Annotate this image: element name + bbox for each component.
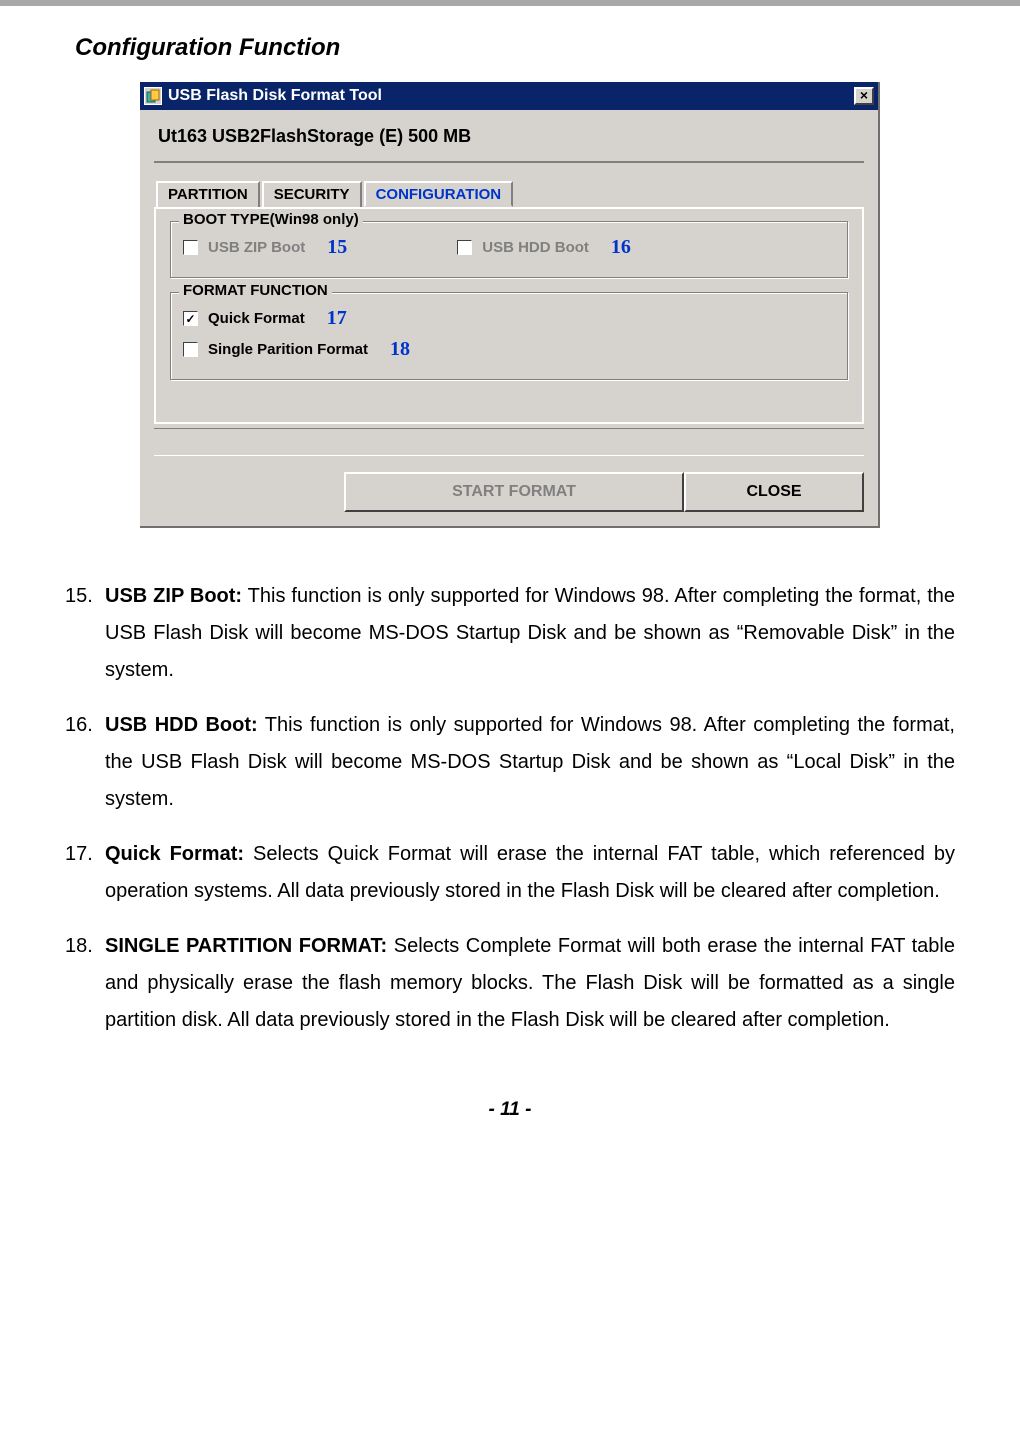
- term-18: SINGLE PARTITION FORMAT:: [105, 935, 387, 957]
- label-single-partition-format: Single Parition Format: [208, 341, 368, 358]
- description-list: USB ZIP Boot: This function is only supp…: [65, 578, 955, 1039]
- group-boot-legend: BOOT TYPE(Win98 only): [179, 211, 363, 228]
- callout-16: 16: [611, 236, 631, 259]
- page-number: - 11 -: [65, 1099, 955, 1151]
- section-title: Configuration Function: [75, 34, 955, 62]
- window-title: USB Flash Disk Format Tool: [168, 87, 382, 105]
- callout-15: 15: [327, 236, 347, 259]
- list-item-16: USB HDD Boot: This function is only supp…: [65, 707, 955, 818]
- page: Configuration Function USB Flash Disk Fo…: [0, 34, 1020, 1191]
- label-quick-format: Quick Format: [208, 310, 305, 327]
- tab-security[interactable]: SECURITY: [262, 181, 362, 207]
- tab-configuration[interactable]: CONFIGURATION: [364, 181, 514, 207]
- term-15: USB ZIP Boot:: [105, 585, 242, 607]
- button-row: START FORMAT CLOSE: [140, 472, 878, 526]
- separator: [154, 428, 864, 456]
- app-icon: [144, 87, 162, 105]
- term-16: USB HDD Boot:: [105, 714, 258, 736]
- list-item-15: USB ZIP Boot: This function is only supp…: [65, 578, 955, 689]
- label-usb-zip-boot: USB ZIP Boot: [208, 239, 305, 256]
- client-area: Ut163 USB2FlashStorage (E) 500 MB PARTIT…: [140, 110, 878, 472]
- checkbox-usb-hdd-boot[interactable]: [457, 240, 472, 255]
- format-tool-window: USB Flash Disk Format Tool × Ut163 USB2F…: [140, 82, 880, 528]
- checkbox-quick-format[interactable]: [183, 311, 198, 326]
- callout-17: 17: [327, 307, 347, 330]
- term-17: Quick Format:: [105, 843, 244, 865]
- close-icon[interactable]: ×: [854, 87, 874, 105]
- callout-18: 18: [390, 338, 410, 361]
- tabstrip: PARTITION SECURITY CONFIGURATION: [156, 181, 515, 207]
- tab-panel: PARTITION SECURITY CONFIGURATION BOOT TY…: [154, 207, 864, 424]
- label-usb-hdd-boot: USB HDD Boot: [482, 239, 589, 256]
- group-format-legend: FORMAT FUNCTION: [179, 282, 332, 299]
- checkbox-single-partition-format[interactable]: [183, 342, 198, 357]
- close-button[interactable]: CLOSE: [684, 472, 864, 512]
- group-format-function: FORMAT FUNCTION Quick Format 17 Single P…: [170, 292, 848, 380]
- device-info: Ut163 USB2FlashStorage (E) 500 MB: [154, 120, 864, 163]
- top-rule: [0, 0, 1020, 6]
- list-item-17: Quick Format: Selects Quick Format will …: [65, 836, 955, 910]
- tab-partition[interactable]: PARTITION: [156, 181, 260, 207]
- group-boot-type: BOOT TYPE(Win98 only) USB ZIP Boot 15 US…: [170, 221, 848, 278]
- list-item-18: SINGLE PARTITION FORMAT: Selects Complet…: [65, 928, 955, 1039]
- start-format-button[interactable]: START FORMAT: [344, 472, 684, 512]
- titlebar: USB Flash Disk Format Tool ×: [140, 82, 878, 110]
- checkbox-usb-zip-boot[interactable]: [183, 240, 198, 255]
